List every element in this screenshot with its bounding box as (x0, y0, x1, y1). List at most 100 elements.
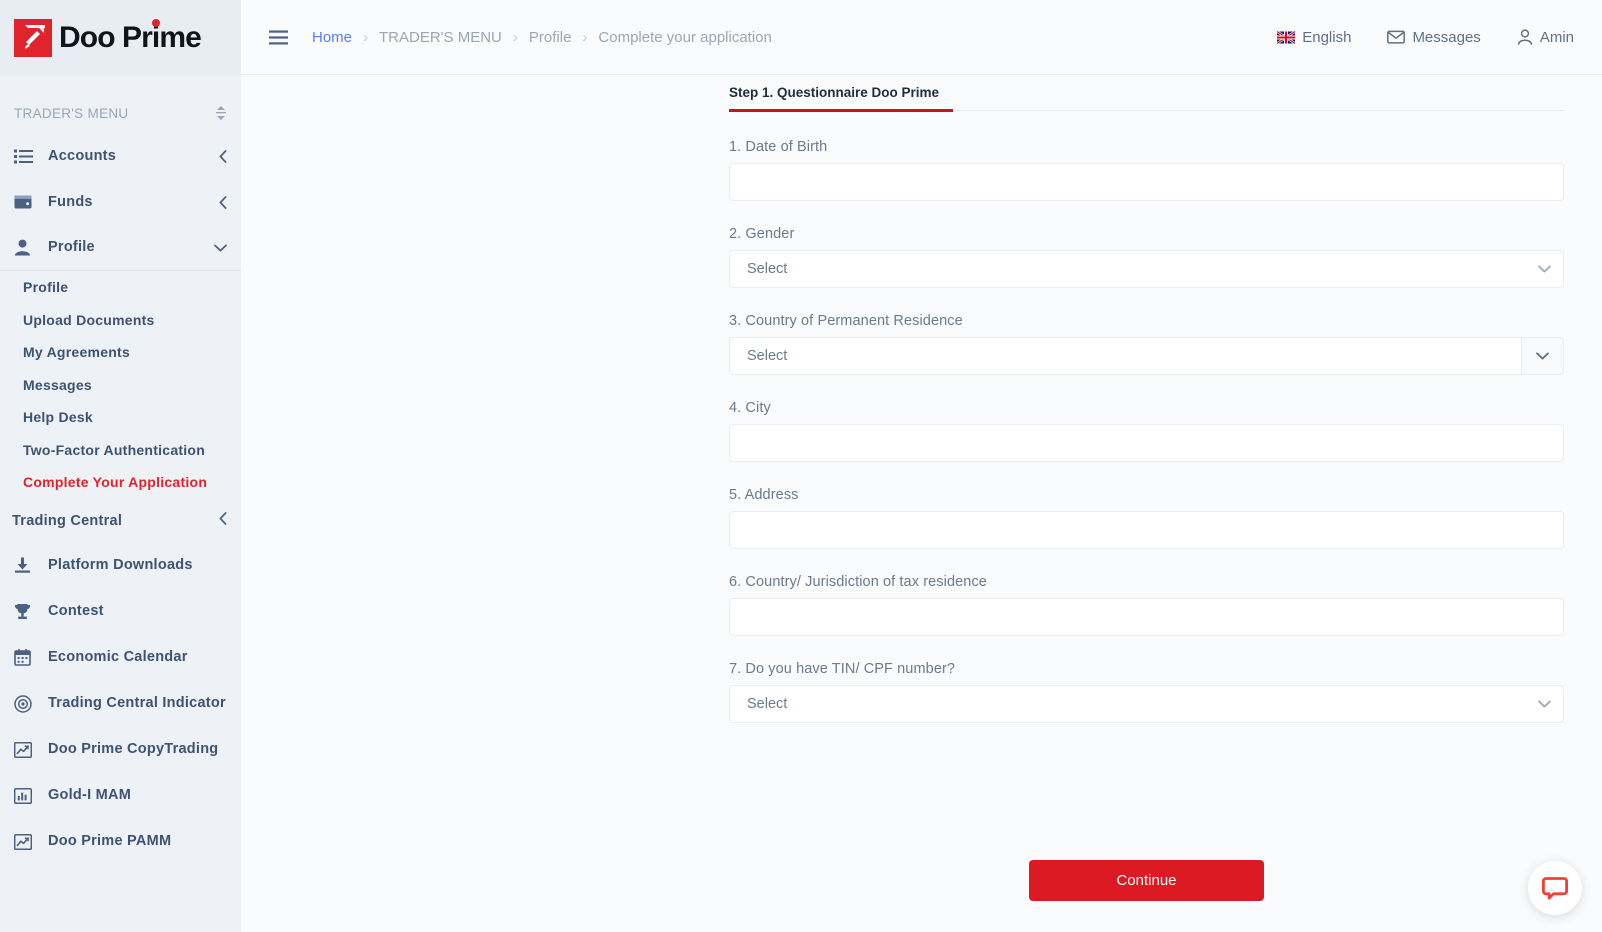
field-gender: 2. Gender Select (729, 226, 1564, 288)
sidebar-item-trading-central-indicator[interactable]: Trading Central Indicator (0, 681, 241, 727)
field-label: 5. Address (729, 487, 799, 503)
date-of-birth-input[interactable] (729, 163, 1564, 201)
wallet-icon (14, 194, 38, 210)
step-tabs-container: Step 1. Questionnaire Doo Prime (729, 75, 1564, 112)
sidebar-item-label: Gold-I MAM (48, 787, 132, 804)
questionnaire-form: 1. Date of Birth 2. Gender Select 3. Cou… (729, 139, 1564, 748)
main-area: Home › TRADER'S MENU › Profile › Complet… (241, 0, 1602, 932)
chat-widget-button[interactable] (1528, 861, 1582, 915)
chevron-left-icon (219, 149, 227, 163)
sidebar-item-gold-i-mam[interactable]: Gold-I MAM (0, 773, 241, 819)
country-residence-dropdown-button[interactable] (1522, 337, 1564, 375)
sidebar-item-profile[interactable]: Profile (0, 225, 241, 271)
sidebar-section-title: TRADER'S MENU (14, 105, 129, 121)
sidebar-subitem-profile[interactable]: Profile (0, 271, 241, 304)
sidebar-subitem-two-factor-authentication[interactable]: Two-Factor Authentication (0, 434, 241, 467)
field-country-of-permanent-residence: 3. Country of Permanent Residence Select (729, 313, 1564, 375)
user-menu[interactable]: Amin (1517, 29, 1574, 46)
chevron-down-icon (1538, 700, 1551, 708)
app-root: Doo Prime TRADER'S MENU Accounts Funds P… (0, 0, 1602, 932)
sidebar-item-label: Accounts (48, 147, 117, 164)
continue-button-container: Continue (729, 860, 1564, 901)
country-residence-input[interactable]: Select (729, 337, 1522, 375)
sidebar-item-label: Funds (48, 193, 93, 210)
language-label: English (1302, 28, 1352, 46)
logo-accent-dot (151, 18, 160, 27)
brand-name: Doo Prime (59, 18, 202, 54)
sidebar-item-label: Trading Central (12, 512, 123, 529)
gender-select-value: Select (747, 261, 788, 277)
target-icon (14, 694, 38, 713)
field-label: 3. Country of Permanent Residence (729, 313, 963, 329)
breadcrumb-item-traders-menu[interactable]: TRADER'S MENU (379, 29, 502, 46)
bar-chart-icon (14, 787, 38, 804)
field-country-of-tax-residence: 6. Country/ Jurisdiction of tax residenc… (729, 574, 1564, 636)
profile-submenu: Profile Upload Documents My Agreements M… (0, 271, 241, 499)
user-name: Amin (1539, 28, 1574, 46)
continue-button[interactable]: Continue (1029, 860, 1264, 901)
chevron-down-icon (1538, 265, 1551, 273)
sidebar-item-doo-prime-pamm[interactable]: Doo Prime PAMM (0, 819, 241, 865)
trophy-icon (14, 603, 38, 620)
logo-pen-glyph (25, 24, 45, 49)
hamburger-icon[interactable] (269, 30, 288, 45)
sidebar-item-doo-prime-copytrading[interactable]: Doo Prime CopyTrading (0, 727, 241, 773)
envelope-icon (1387, 30, 1406, 44)
language-switcher[interactable]: English (1277, 29, 1351, 46)
calendar-icon (14, 649, 38, 666)
list-icon (14, 149, 38, 164)
sidebar-item-label: Trading Central Indicator (48, 695, 226, 712)
brand-logo[interactable]: Doo Prime (0, 0, 241, 75)
sidebar-subitem-help-desk[interactable]: Help Desk (0, 401, 241, 434)
city-input[interactable] (729, 424, 1564, 462)
breadcrumb-item-complete-your-application: Complete your application (598, 28, 772, 46)
tin-cpf-select[interactable]: Select (729, 685, 1564, 723)
address-input[interactable] (729, 511, 1564, 549)
gender-select[interactable]: Select (729, 250, 1564, 288)
content-area: Step 1. Questionnaire Doo Prime 1. Date … (241, 75, 1602, 932)
breadcrumb-separator: › (512, 28, 518, 46)
download-icon (14, 557, 38, 574)
field-tin-cpf-number: 7. Do you have TIN/ CPF number? Select (729, 661, 1564, 723)
user-icon (1517, 29, 1532, 45)
chevron-down-icon (1536, 352, 1549, 360)
chart-line-up-icon (14, 833, 38, 850)
uk-flag-icon (1277, 30, 1296, 44)
top-header: Home › TRADER'S MENU › Profile › Complet… (241, 0, 1602, 75)
field-label: 7. Do you have TIN/ CPF number? (729, 661, 956, 677)
sidebar-subitem-my-agreements[interactable]: My Agreements (0, 336, 241, 369)
sidebar: Doo Prime TRADER'S MENU Accounts Funds P… (0, 0, 241, 932)
messages-link[interactable]: Messages (1387, 29, 1481, 46)
sidebar-item-label: Doo Prime CopyTrading (48, 741, 219, 758)
sort-updown-icon[interactable] (215, 105, 227, 121)
chevron-left-icon (219, 511, 227, 530)
sidebar-item-label: Contest (48, 603, 104, 620)
field-address: 5. Address (729, 487, 1564, 549)
sidebar-item-label: Doo Prime PAMM (48, 833, 172, 850)
sidebar-subitem-upload-documents[interactable]: Upload Documents (0, 304, 241, 337)
sidebar-item-contest[interactable]: Contest (0, 589, 241, 635)
sidebar-item-accounts[interactable]: Accounts (0, 133, 241, 179)
sidebar-item-platform-downloads[interactable]: Platform Downloads (0, 543, 241, 589)
sidebar-item-funds[interactable]: Funds (0, 179, 241, 225)
breadcrumb-item-profile[interactable]: Profile (529, 29, 572, 46)
tax-residence-input[interactable] (729, 598, 1564, 636)
field-city: 4. City (729, 400, 1564, 462)
field-label: 1. Date of Birth (729, 139, 828, 155)
breadcrumb-separator: › (582, 28, 588, 46)
sidebar-item-label: Platform Downloads (48, 557, 193, 574)
field-label: 2. Gender (729, 226, 795, 242)
sidebar-subitem-messages[interactable]: Messages (0, 369, 241, 402)
sidebar-item-label: Economic Calendar (48, 649, 188, 666)
step-tabs: Step 1. Questionnaire Doo Prime (729, 75, 1564, 112)
sidebar-item-trading-central[interactable]: Trading Central (0, 499, 241, 543)
breadcrumb-item-home[interactable]: Home (312, 29, 352, 46)
sidebar-item-economic-calendar[interactable]: Economic Calendar (0, 635, 241, 681)
sidebar-section-header: TRADER'S MENU (0, 93, 241, 133)
tab-step-1-questionnaire[interactable]: Step 1. Questionnaire Doo Prime (729, 75, 954, 112)
sidebar-subitem-complete-your-application[interactable]: Complete Your Application (0, 466, 241, 499)
chevron-down-icon (214, 244, 227, 252)
user-icon (14, 239, 38, 256)
breadcrumb-separator: › (363, 28, 369, 46)
chart-line-up-icon (14, 741, 38, 758)
